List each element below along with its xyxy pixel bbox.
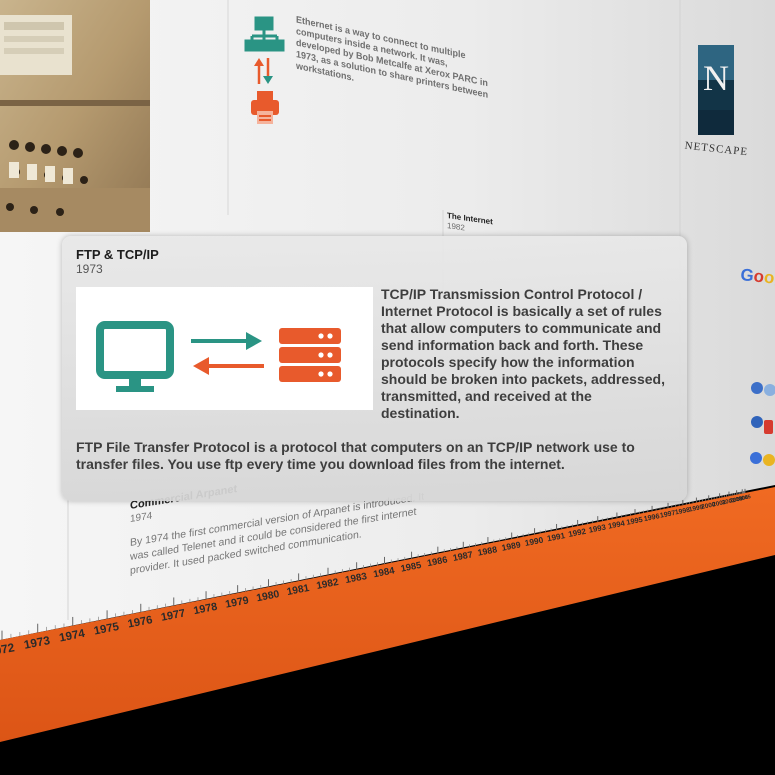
ftp-tcpip-popup[interactable]: FTP & TCP/IP 1973 TCP/IP Transmission Co… [62,236,687,501]
timeline-scene: N NETSCAPE Google 1972197319741975197619… [0,0,775,775]
monitor-icon [96,321,174,392]
popup-title: FTP & TCP/IP [76,247,159,262]
vintage-computer-photo [0,0,150,232]
netscape-logo-letter: N [703,58,729,98]
server-icon [279,328,341,382]
transfer-arrows-icon [191,332,264,375]
popup-illustration [76,287,373,410]
popup-paragraph-ftp: FTP File Transfer Protocol is a protocol… [76,439,635,472]
popup-year: 1973 [76,262,103,276]
